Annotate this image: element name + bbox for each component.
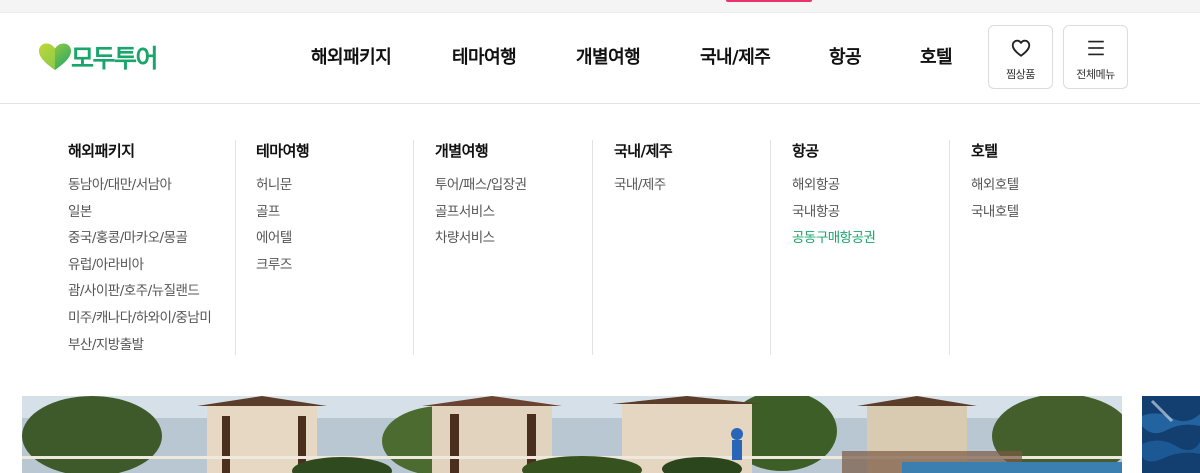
menu-link-golf[interactable]: 골프 bbox=[256, 199, 413, 226]
hero-banner-area bbox=[0, 396, 1200, 473]
nav-theme-travel[interactable]: 테마여행 bbox=[452, 43, 517, 69]
heart-icon bbox=[1011, 39, 1030, 57]
ocean-photo-illustration bbox=[1142, 396, 1200, 473]
menu-link-guam-oceania[interactable]: 괌/사이판/호주/뉴질랜드 bbox=[68, 278, 236, 305]
menu-link-domestic-flight[interactable]: 국내항공 bbox=[792, 199, 949, 226]
wishlist-button[interactable]: 찜상품 bbox=[988, 25, 1053, 89]
menu-link-china[interactable]: 중국/홍콩/마카오/몽골 bbox=[68, 225, 236, 252]
menu-link-domestic-jeju[interactable]: 국내/제주 bbox=[614, 172, 770, 199]
nav-domestic-jeju[interactable]: 국내/제주 bbox=[700, 43, 771, 69]
menu-link-americas[interactable]: 미주/캐나다/하와이/중남미 bbox=[68, 305, 236, 332]
menu-link-tour-pass[interactable]: 투어/패스/입장권 bbox=[435, 172, 592, 199]
mega-col-title[interactable]: 해외패키지 bbox=[68, 140, 236, 161]
menu-link-airtel[interactable]: 에어텔 bbox=[256, 225, 413, 252]
mega-col-title[interactable]: 국내/제주 bbox=[614, 140, 770, 161]
top-promo-tab[interactable] bbox=[726, 0, 812, 2]
resort-photo-illustration bbox=[22, 396, 1122, 473]
top-strip bbox=[0, 0, 1200, 13]
menu-link-golf-service[interactable]: 골프서비스 bbox=[435, 199, 592, 226]
mega-col-flight: 항공 해외항공 국내항공 공동구매항공권 bbox=[770, 140, 949, 355]
mega-col-domestic-jeju: 국내/제주 국내/제주 bbox=[592, 140, 770, 355]
mega-col-individual-travel: 개별여행 투어/패스/입장권 골프서비스 차량서비스 bbox=[413, 140, 592, 355]
hero-next-slide-image[interactable] bbox=[1142, 396, 1200, 473]
site-header: 모두투어 해외패키지 테마여행 개별여행 국내/제주 항공 호텔 찜상품 전체메… bbox=[0, 13, 1200, 104]
mega-col-title[interactable]: 개별여행 bbox=[435, 140, 592, 161]
hero-banner-image[interactable] bbox=[22, 396, 1122, 473]
hamburger-menu-icon bbox=[1087, 40, 1104, 56]
all-menu-button[interactable]: 전체메뉴 bbox=[1063, 25, 1128, 89]
menu-link-cruise[interactable]: 크루즈 bbox=[256, 252, 413, 279]
menu-link-japan[interactable]: 일본 bbox=[68, 199, 236, 226]
nav-overseas-package[interactable]: 해외패키지 bbox=[311, 43, 392, 69]
mega-col-title[interactable]: 호텔 bbox=[971, 140, 1129, 161]
menu-link-honeymoon[interactable]: 허니문 bbox=[256, 172, 413, 199]
mega-col-title[interactable]: 테마여행 bbox=[256, 140, 413, 161]
menu-link-europe[interactable]: 유럽/아라비아 bbox=[68, 252, 236, 279]
all-menu-label: 전체메뉴 bbox=[1076, 68, 1115, 81]
menu-link-overseas-flight[interactable]: 해외항공 bbox=[792, 172, 949, 199]
menu-link-group-buy-flight[interactable]: 공동구매항공권 bbox=[792, 225, 949, 252]
mega-menu: 해외패키지 동남아/대만/서남아 일본 중국/홍콩/마카오/몽골 유럽/아라비아… bbox=[0, 104, 1200, 396]
nav-hotel[interactable]: 호텔 bbox=[920, 43, 953, 69]
menu-link-overseas-hotel[interactable]: 해외호텔 bbox=[971, 172, 1129, 199]
menu-link-car-service[interactable]: 차량서비스 bbox=[435, 225, 592, 252]
mega-col-hotel: 호텔 해외호텔 국내호텔 bbox=[949, 140, 1129, 355]
menu-link-southeast-asia[interactable]: 동남아/대만/서남아 bbox=[68, 172, 236, 199]
wishlist-label: 찜상품 bbox=[1006, 68, 1035, 81]
menu-link-regional-departure[interactable]: 부산/지방출발 bbox=[68, 332, 236, 359]
nav-individual-travel[interactable]: 개별여행 bbox=[576, 43, 641, 69]
mega-col-overseas-package: 해외패키지 동남아/대만/서남아 일본 중국/홍콩/마카오/몽골 유럽/아라비아… bbox=[68, 140, 236, 355]
nav-flight[interactable]: 항공 bbox=[829, 43, 862, 69]
mega-col-theme-travel: 테마여행 허니문 골프 에어텔 크루즈 bbox=[235, 140, 413, 355]
mega-col-title[interactable]: 항공 bbox=[792, 140, 949, 161]
menu-link-domestic-hotel[interactable]: 국내호텔 bbox=[971, 199, 1129, 226]
